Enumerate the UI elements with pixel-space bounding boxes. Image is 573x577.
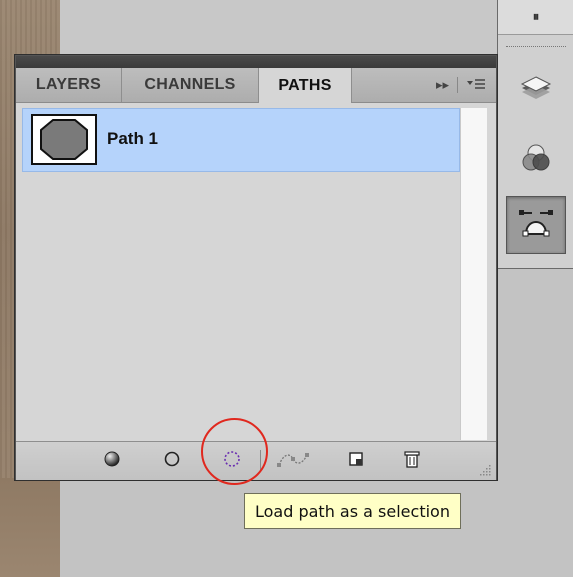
stroke-path-button[interactable] (152, 442, 192, 480)
fill-path-icon (103, 450, 121, 473)
fill-path-button[interactable] (92, 442, 132, 480)
make-work-path-icon (276, 450, 310, 473)
panel-controls: ▸▸ (436, 68, 486, 102)
paths-pen-icon (517, 204, 555, 247)
tab-paths[interactable]: PATHS (258, 68, 352, 103)
dock-layers-button[interactable] (506, 63, 566, 121)
path-name: Path 1 (107, 129, 159, 148)
tab-layers-label: LAYERS (35, 76, 102, 93)
delete-path-icon (404, 450, 420, 473)
panel-tabbar: LAYERS CHANNELS PATHS ▸▸ (16, 68, 496, 103)
highlight-circle-annotation (201, 418, 268, 485)
panel-menu-icon[interactable] (466, 77, 486, 94)
paths-panel: LAYERS CHANNELS PATHS ▸▸ Path 1 (15, 55, 497, 480)
dock-paths-button[interactable] (506, 196, 566, 254)
background-image-texture-bottom (0, 478, 60, 577)
tab-channels[interactable]: CHANNELS (122, 68, 259, 102)
panel-dock: ⏸ (497, 0, 573, 269)
new-path-button[interactable] (336, 442, 376, 480)
stroke-path-icon (163, 450, 181, 473)
collapse-to-icons-icon[interactable]: ▸▸ (436, 77, 449, 93)
paths-list: Path 1 (22, 108, 460, 440)
delete-path-button[interactable] (392, 442, 432, 480)
dock-collapse-button[interactable]: ⏸ (498, 0, 573, 35)
tab-layers[interactable]: LAYERS (16, 68, 122, 102)
tab-paths-label: PATHS (278, 76, 332, 94)
background-canvas-top (0, 0, 497, 56)
layers-stack-icon (519, 73, 553, 112)
tooltip: Load path as a selection (244, 493, 461, 529)
channels-rgb-icon (519, 141, 553, 180)
dock-grip[interactable] (506, 46, 566, 50)
tab-channels-label: CHANNELS (144, 76, 236, 93)
dock-channels-button[interactable] (506, 131, 566, 189)
path-row-path-1[interactable]: Path 1 (22, 108, 460, 172)
new-path-icon (348, 451, 364, 472)
dock-collapse-glyph: ⏸ (532, 9, 540, 24)
divider (457, 77, 458, 93)
resize-grip-icon[interactable] (478, 462, 492, 476)
make-work-path-button[interactable] (268, 442, 318, 480)
panel-title-strip[interactable] (16, 56, 496, 68)
path-thumbnail (31, 114, 97, 165)
paths-scrollbar[interactable] (460, 108, 487, 440)
tooltip-text: Load path as a selection (255, 501, 450, 521)
